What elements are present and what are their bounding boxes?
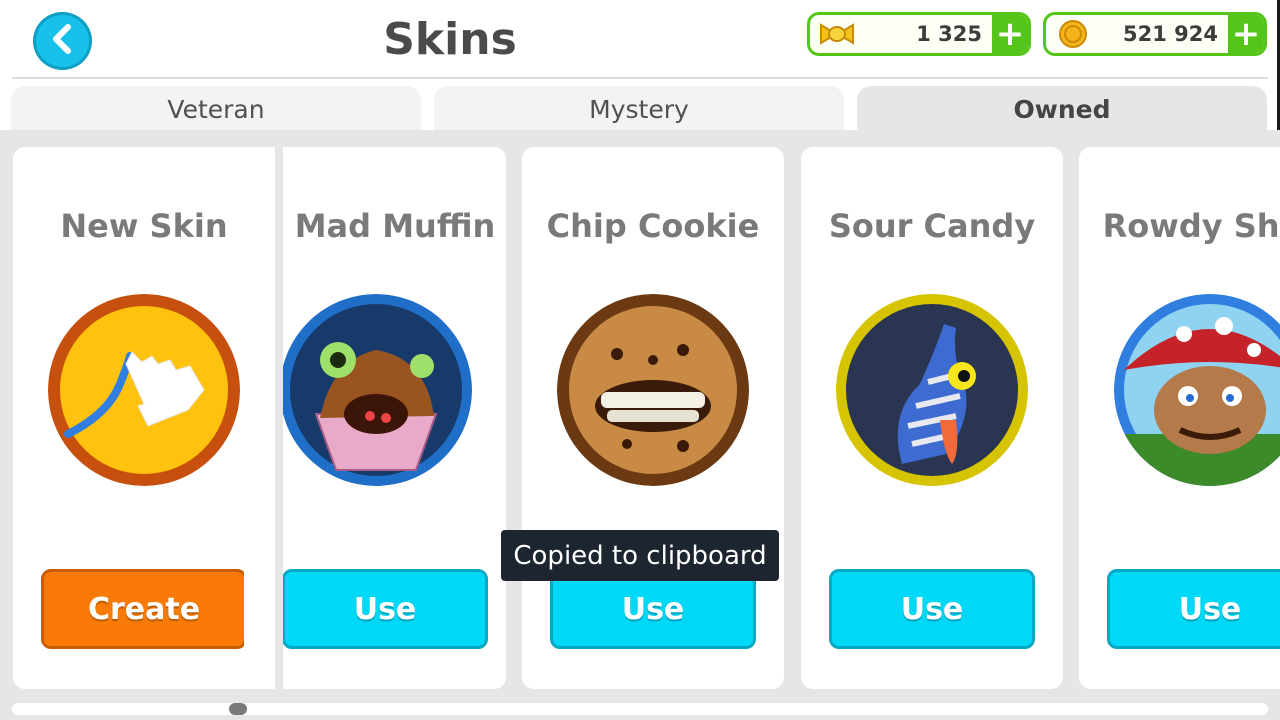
skin-title: Mad Muffin <box>294 207 496 245</box>
hand-draw-icon <box>48 294 240 486</box>
skins-carousel[interactable]: New Skin Create Mad Muffin Use Chip Cook… <box>0 130 1280 720</box>
use-button[interactable]: Use <box>282 569 488 649</box>
clipboard-toast: Copied to clipboard <box>501 530 779 581</box>
cookie-avatar <box>557 294 749 486</box>
coin-count: 521 924 <box>1123 22 1218 46</box>
skin-card-chip-cookie: Chip Cookie Use <box>522 147 784 689</box>
tab-owned[interactable]: Owned <box>857 86 1267 132</box>
skin-card-sour-candy: Sour Candy Use <box>801 147 1063 689</box>
skin-title: Sour Candy <box>828 207 1036 245</box>
skin-title: Chip Cookie <box>546 207 760 245</box>
use-button[interactable]: Use <box>550 569 756 649</box>
skin-card-mad-muffin: Mad Muffin Use <box>244 147 506 689</box>
tab-mystery[interactable]: Mystery <box>434 86 844 132</box>
candy-currency-counter: 1 325 + <box>807 12 1031 56</box>
coin-icon <box>1046 15 1100 53</box>
chevron-left-icon <box>50 24 76 58</box>
skin-title: New Skin <box>60 207 228 245</box>
tab-veteran[interactable]: Veteran <box>11 86 421 132</box>
skin-title: Rowdy Shro <box>1102 207 1280 245</box>
header-divider <box>12 77 1268 79</box>
horizontal-scrollbar-thumb[interactable] <box>229 703 247 715</box>
card-gap <box>275 147 283 689</box>
horizontal-scrollbar-track[interactable] <box>12 703 1268 715</box>
coin-currency-counter: 521 924 + <box>1043 12 1267 56</box>
candy-count: 1 325 <box>916 22 982 46</box>
create-button[interactable]: Create <box>41 569 247 649</box>
back-button[interactable] <box>33 12 92 70</box>
candy-icon <box>810 15 864 53</box>
page-title: Skins <box>383 14 517 65</box>
skin-card-rowdy-shroom: Rowdy Shro Use <box>1079 147 1280 689</box>
use-button[interactable]: Use <box>1107 569 1280 649</box>
add-coins-button[interactable]: + <box>1228 15 1264 53</box>
muffin-avatar <box>280 294 472 486</box>
mushroom-avatar <box>1114 294 1280 486</box>
use-button[interactable]: Use <box>829 569 1035 649</box>
add-candy-button[interactable]: + <box>992 15 1028 53</box>
candy-avatar <box>836 294 1028 486</box>
skin-card-new: New Skin Create <box>13 147 275 689</box>
